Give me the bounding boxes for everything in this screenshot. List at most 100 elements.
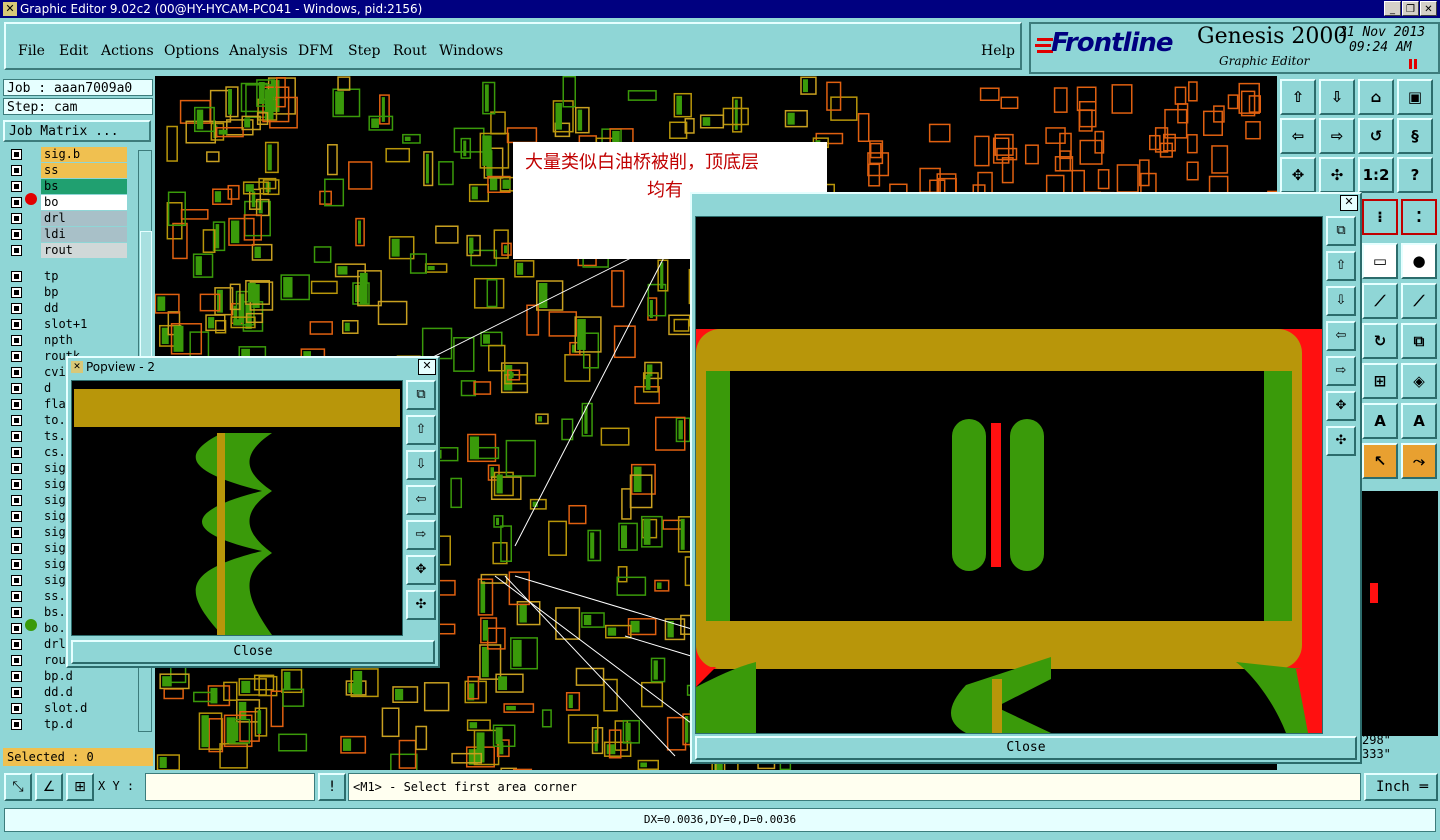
menu-analysis[interactable]: Analysis — [229, 43, 288, 59]
help-button[interactable]: ? — [1397, 157, 1433, 193]
popview-small-canvas[interactable] — [71, 380, 403, 636]
layer-checkbox[interactable] — [11, 181, 22, 192]
pvl-copy-icon[interactable]: ⧉ — [1326, 216, 1356, 246]
measure-icon[interactable]: ∠ — [35, 773, 63, 801]
layers-icon[interactable]: ◈ — [1401, 363, 1437, 399]
grid-icon[interactable]: ⊞ — [1362, 363, 1398, 399]
minimize-button[interactable]: _ — [1384, 1, 1401, 16]
layer-checkbox[interactable] — [11, 229, 22, 240]
layer-checkbox[interactable] — [11, 335, 22, 346]
pvl-zoom-in-icon[interactable]: ✥ — [1326, 391, 1356, 421]
layer-row[interactable]: dd.d — [7, 685, 127, 700]
layer-row[interactable]: slot.d — [7, 701, 127, 716]
pv-up-icon[interactable]: ⇧ — [406, 415, 436, 445]
layer-checkbox[interactable] — [11, 197, 22, 208]
pv-left-icon[interactable]: ⇦ — [406, 485, 436, 515]
zoom-area-icon[interactable]: ⤡ — [4, 773, 32, 801]
layer-row[interactable]: ss — [7, 163, 127, 178]
layer-row[interactable]: tp — [7, 269, 127, 284]
layer-checkbox[interactable] — [11, 559, 22, 570]
pvl-zoom-out-icon[interactable]: ✣ — [1326, 426, 1356, 456]
pvl-up-icon[interactable]: ⇧ — [1326, 251, 1356, 281]
pv-copy-icon[interactable]: ⧉ — [406, 380, 436, 410]
layer-checkbox[interactable] — [11, 527, 22, 538]
menu-dfm[interactable]: DFM — [298, 43, 333, 59]
mirror-icon[interactable]: ⧉ — [1401, 323, 1437, 359]
layer-checkbox[interactable] — [11, 511, 22, 522]
menu-rout[interactable]: Rout — [393, 43, 427, 59]
job-matrix-button[interactable]: Job Matrix ... — [3, 120, 151, 142]
net-connect-icon[interactable]: ⁚ — [1401, 199, 1437, 235]
layer-row[interactable]: rout — [7, 243, 127, 258]
popview-small-titlebar[interactable]: ✕ Popview - 2 ✕ — [68, 358, 438, 376]
zoom-in-icon[interactable]: ✥ — [1280, 157, 1316, 193]
layer-row[interactable]: drl — [7, 211, 127, 226]
layer-checkbox[interactable] — [11, 479, 22, 490]
arc-a-icon[interactable]: A — [1362, 403, 1398, 439]
layer-checkbox[interactable] — [11, 287, 22, 298]
layer-checkbox[interactable] — [11, 655, 22, 666]
layer-checkbox[interactable] — [11, 703, 22, 714]
layer-row[interactable]: bp — [7, 285, 127, 300]
window-title-bar[interactable]: ✕ Graphic Editor 9.02c2 (00@HY-HYCAM-PC0… — [0, 0, 1440, 18]
layer-checkbox[interactable] — [11, 575, 22, 586]
popview-small-close-button[interactable]: Close — [71, 640, 435, 664]
layer-checkbox[interactable] — [11, 271, 22, 282]
pv-zoom-in-icon[interactable]: ✥ — [406, 555, 436, 585]
layer-row[interactable]: bp.d — [7, 669, 127, 684]
menu-options[interactable]: Options — [164, 43, 219, 59]
maximize-button[interactable]: ❐ — [1402, 1, 1419, 16]
layer-checkbox[interactable] — [11, 591, 22, 602]
zoom-out-icon[interactable]: ✣ — [1319, 157, 1355, 193]
layer-checkbox[interactable] — [11, 687, 22, 698]
traffic-light-icon[interactable]: ⁝ — [1362, 199, 1398, 235]
pvl-right-icon[interactable]: ⇨ — [1326, 356, 1356, 386]
popview-small-close-icon[interactable]: ✕ — [418, 359, 436, 375]
unit-select[interactable]: Inch ═ — [1364, 773, 1438, 801]
grid-snap-icon[interactable]: ⊞ — [66, 773, 94, 801]
layer-checkbox[interactable] — [11, 623, 22, 634]
pvl-down-icon[interactable]: ⇩ — [1326, 286, 1356, 316]
pan-left-icon[interactable]: ⇦ — [1280, 118, 1316, 154]
pad-icon[interactable]: ● — [1401, 243, 1437, 279]
layer-checkbox[interactable] — [11, 319, 22, 330]
close-window-button[interactable]: ✕ — [1420, 1, 1437, 16]
layer-checkbox[interactable] — [11, 383, 22, 394]
layer-checkbox[interactable] — [11, 367, 22, 378]
layer-checkbox[interactable] — [11, 719, 22, 730]
layer-checkbox[interactable] — [11, 303, 22, 314]
xy-input[interactable] — [145, 773, 315, 801]
layer-checkbox[interactable] — [11, 415, 22, 426]
rotate-icon[interactable]: ↻ — [1362, 323, 1398, 359]
layer-row[interactable]: ldi — [7, 227, 127, 242]
layer-row[interactable]: dd — [7, 301, 127, 316]
zoom-home-icon[interactable]: ⇧ — [1280, 79, 1316, 115]
menu-actions[interactable]: Actions — [101, 43, 154, 59]
measure-line-icon[interactable]: ⟋ — [1401, 283, 1437, 319]
zoom-down-icon[interactable]: ⇩ — [1319, 79, 1355, 115]
layer-checkbox[interactable] — [11, 607, 22, 618]
layer-row[interactable]: bs — [7, 179, 127, 194]
layer-checkbox[interactable] — [11, 165, 22, 176]
zoom-fit-icon[interactable]: ↺ — [1358, 118, 1394, 154]
layer-checkbox[interactable] — [11, 149, 22, 160]
home-icon[interactable]: ⌂ — [1358, 79, 1394, 115]
popview-small-window[interactable]: ✕ Popview - 2 ✕ ⧉ ⇧ ⇩ ⇦ ⇨ ✥ ✣ Close — [66, 356, 440, 668]
layer-checkbox[interactable] — [11, 431, 22, 442]
pv-down-icon[interactable]: ⇩ — [406, 450, 436, 480]
layer-row[interactable]: sig.b — [7, 147, 127, 162]
popview-large-close-button[interactable]: Close — [695, 736, 1357, 760]
menu-windows[interactable]: Windows — [439, 43, 503, 59]
layer-checkbox[interactable] — [11, 245, 22, 256]
popview-large-canvas[interactable] — [695, 216, 1323, 734]
layer-checkbox[interactable] — [11, 351, 22, 362]
window-split-icon[interactable]: ▣ — [1397, 79, 1433, 115]
scale-button[interactable]: 1:2 — [1358, 157, 1394, 193]
pv-zoom-out-icon[interactable]: ✣ — [406, 590, 436, 620]
ruler-icon[interactable]: ▭ — [1362, 243, 1398, 279]
measure-point-icon[interactable]: ⟋ — [1362, 283, 1398, 319]
layer-row[interactable]: tp.d — [7, 717, 127, 732]
menu-step[interactable]: Step — [348, 43, 380, 59]
net-select-icon[interactable]: ⤳ — [1401, 443, 1437, 479]
popview-large-close-icon[interactable]: ✕ — [1340, 195, 1358, 211]
